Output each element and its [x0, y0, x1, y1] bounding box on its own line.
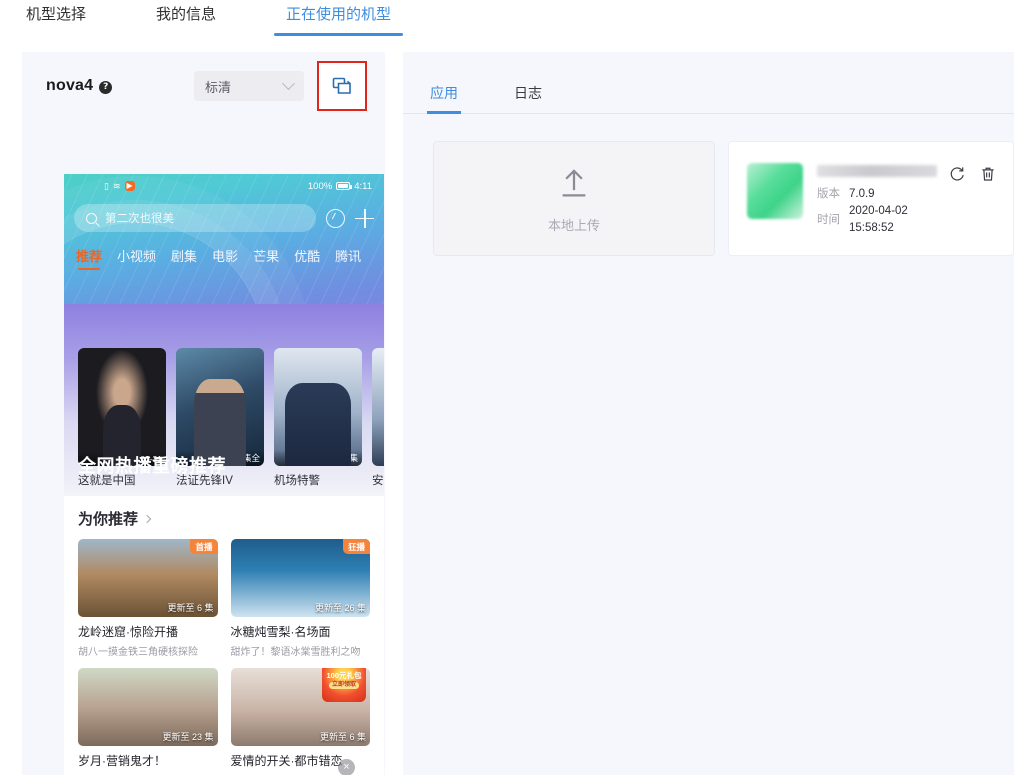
recommend-poster: 100元礼包 立即领取 更新至 6 集: [230, 668, 370, 746]
chevron-down-icon: [282, 76, 295, 90]
category-tab-recommend[interactable]: 推荐: [76, 246, 102, 270]
chevron-right-icon: [142, 514, 152, 523]
recommend-tag: 首播: [190, 539, 218, 554]
device-panel: nova4 ? 标清 ▯ ≋ ▶ 100% 4:11 第二次也很美 推荐 小视频…: [22, 52, 385, 775]
reinstall-icon[interactable]: [948, 165, 966, 188]
panel-tab-list: 应用 日志: [403, 52, 1014, 114]
category-tab-movie[interactable]: 电影: [212, 246, 238, 265]
top-navigation-bar: 机型选择 我的信息 正在使用的机型: [0, 0, 1014, 38]
local-upload-label: 本地上传: [547, 218, 600, 233]
app-icon: [747, 163, 803, 219]
sim-icon: ▯: [104, 180, 109, 191]
top-tab-my-info[interactable]: 我的信息: [144, 0, 228, 30]
recommend-card-grid: 首播 更新至 6 集 龙岭迷窟·惊险开播 胡八一摸金铁三角硬核探险 狂播 更新至…: [78, 539, 370, 775]
recommend-title-text: 龙岭迷窟·惊险开播: [78, 625, 178, 639]
app-card-actions: [948, 163, 997, 255]
app-version-label: 版本: [817, 188, 840, 200]
recommend-episode: 更新至 23 集: [162, 732, 214, 742]
hero-card-title: 安: [372, 475, 384, 487]
recommend-section: 为你推荐 首播 更新至 6 集 龙岭迷窟·惊险开播 胡八一摸金铁三角硬核探险 狂…: [64, 496, 384, 775]
hero-card[interactable]: 更新至 3 集 机场特警: [274, 348, 362, 488]
app-time-row: 时间 2020-04-02 15:58:52: [817, 203, 934, 237]
promo-gift-button[interactable]: 立即领取: [328, 681, 359, 690]
app-version-value: 7.0.9: [849, 188, 875, 200]
search-input[interactable]: 第二次也很美: [74, 204, 316, 232]
app-version-row: 版本 7.0.9: [817, 186, 934, 203]
recommend-episode: 更新至 6 集: [167, 603, 214, 613]
app-time-value: 2020-04-02 15:58:52: [849, 205, 908, 234]
recommend-header[interactable]: 为你推荐: [78, 508, 370, 529]
top-tab-model-select[interactable]: 机型选择: [14, 0, 98, 30]
top-tab-active-model[interactable]: 正在使用的机型: [274, 0, 404, 36]
phone-mirror-screen[interactable]: ▯ ≋ ▶ 100% 4:11 第二次也很美 推荐 小视频 剧集 电影 芒果 优…: [64, 174, 384, 775]
hero-poster: 30 集全: [176, 348, 264, 466]
category-tab-short-video[interactable]: 小视频: [117, 246, 156, 265]
app-meta: 版本 7.0.9 时间 2020-04-02 15:58:52: [817, 163, 937, 255]
app-time-label: 时间: [817, 213, 840, 226]
battery-percent: 100%: [307, 180, 333, 192]
phone-status-bar: ▯ ≋ ▶ 100% 4:11: [64, 174, 384, 198]
recommend-subtitle: 胡八一摸金铁三角硬核探险: [78, 647, 198, 658]
quality-select-value: 标清: [205, 79, 232, 95]
tab-logs[interactable]: 日志: [514, 83, 542, 113]
quality-select[interactable]: 标清: [194, 71, 304, 101]
hero-poster: [372, 348, 384, 466]
battery-icon: [336, 182, 353, 190]
close-icon[interactable]: ×: [338, 759, 355, 775]
delete-icon[interactable]: [979, 165, 997, 188]
recommend-poster: 狂播 更新至 26 集: [230, 539, 370, 617]
status-right-info: 100% 4:11: [308, 181, 372, 192]
question-mark-icon[interactable]: ?: [99, 80, 113, 94]
tab-apps[interactable]: 应用: [427, 83, 461, 114]
hero-poster: 更新至 3 集: [274, 348, 362, 466]
category-tab-series[interactable]: 剧集: [171, 246, 197, 265]
upload-arrow-icon: [562, 169, 586, 197]
hero-badge: 更新至 3 集: [274, 450, 362, 466]
hero-card-title: 机场特警: [274, 475, 320, 487]
category-tab-mango[interactable]: 芒果: [253, 246, 279, 265]
local-upload-button[interactable]: 本地上传: [433, 141, 715, 256]
app-management-panel: 应用 日志 本地上传 版本 7.0.9 时间 2020-04-02 15:58:…: [403, 52, 1014, 775]
search-placeholder: 第二次也很美: [105, 213, 174, 225]
copy-screen-button[interactable]: [317, 61, 367, 111]
hero-poster: 2020-03-31: [78, 348, 166, 466]
recommend-card[interactable]: 更新至 23 集 岁月·营销鬼才！ 火了！靳东加盟渣吧搞相亲: [78, 668, 218, 775]
hero-card[interactable]: 安: [372, 348, 384, 488]
category-tab-youku[interactable]: 优酷: [294, 246, 320, 265]
recommend-title-text: 冰糖炖雪梨·名场面: [230, 625, 331, 639]
phone-search-row: 第二次也很美: [64, 198, 384, 232]
promo-gift-badge[interactable]: 100元礼包 立即领取: [322, 668, 366, 702]
recommend-episode: 更新至 6 集: [319, 732, 366, 742]
recommend-poster: 首播 更新至 6 集: [78, 539, 218, 617]
recommend-title-text: 岁月·营销鬼才！: [78, 754, 166, 768]
recommend-episode: 更新至 26 集: [314, 603, 366, 613]
wifi-icon: ≋: [112, 180, 121, 191]
recommend-tag: 狂播: [342, 539, 370, 554]
status-time: 4:11: [354, 180, 372, 192]
hero-section-title: 全网热播重磅推荐: [78, 456, 226, 476]
category-tab-tencent[interactable]: 腾讯: [335, 246, 361, 265]
app-card-list: 本地上传 版本 7.0.9 时间 2020-04-02 15:58:52: [403, 114, 1014, 256]
copy-screen-icon: [332, 77, 351, 94]
plus-icon[interactable]: [355, 208, 374, 228]
hero-section: 全网热播重磅推荐 2020-03-31 这就是中国 30 集全 法证先锋IV 更…: [64, 304, 384, 496]
status-left-icons: ▯ ≋ ▶: [104, 181, 135, 192]
play-icon: ▶: [124, 181, 135, 191]
app-root: 机型选择 我的信息 正在使用的机型 nova4 ? 标清 ▯ ≋ ▶ 100% …: [0, 0, 1014, 775]
recommend-poster: 更新至 23 集: [78, 668, 218, 746]
search-icon: [86, 212, 97, 224]
recommend-title: 为你推荐: [78, 511, 139, 528]
recommend-card[interactable]: 首播 更新至 6 集 龙岭迷窟·惊险开播 胡八一摸金铁三角硬核探险: [78, 539, 218, 658]
installed-app-card: 版本 7.0.9 时间 2020-04-02 15:58:52: [728, 141, 1014, 256]
app-name-redacted: [817, 165, 937, 177]
recommend-card[interactable]: 狂播 更新至 26 集 冰糖炖雪梨·名场面 甜炸了！黎语冰棠雪胜利之吻: [230, 539, 370, 658]
top-tab-list: 机型选择 我的信息 正在使用的机型: [0, 0, 1014, 38]
device-name: nova4: [46, 77, 94, 94]
promo-gift-label: 100元礼包: [326, 670, 362, 680]
device-panel-header: nova4 ? 标清: [22, 52, 385, 120]
recommend-subtitle: 甜炸了！黎语冰棠雪胜利之吻: [230, 647, 361, 658]
history-icon[interactable]: [326, 208, 345, 228]
category-tab-list: 推荐 小视频 剧集 电影 芒果 优酷 腾讯: [64, 232, 384, 270]
